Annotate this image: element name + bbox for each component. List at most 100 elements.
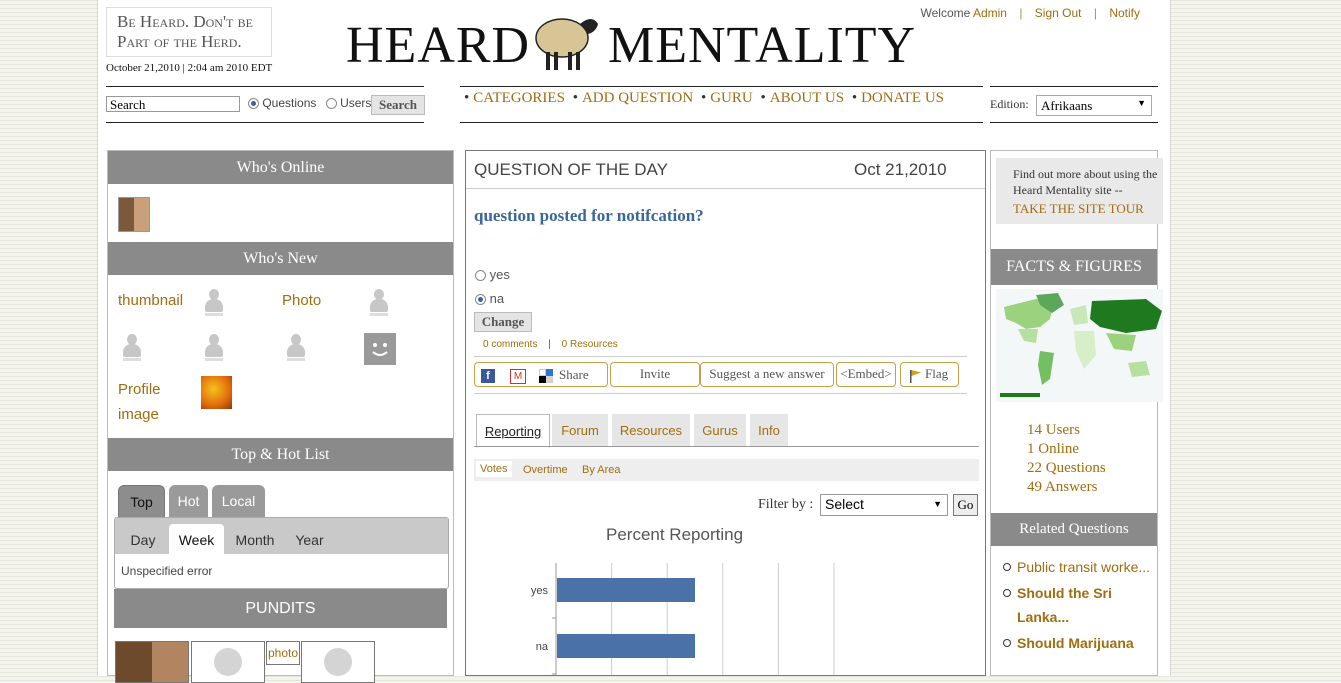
smiley-avatar-icon[interactable]: [364, 333, 396, 365]
edition-value: Afrikaans: [1041, 98, 1093, 113]
new-user-avatar[interactable]: [205, 289, 223, 317]
search-scope: Questions Users: [248, 96, 371, 110]
tab-gurus[interactable]: Gurus: [694, 414, 746, 446]
divider: [460, 86, 983, 87]
edition-label: Edition:: [990, 97, 1029, 111]
site-logo[interactable]: HEARD MENTALITY: [346, 6, 915, 76]
signout-link[interactable]: Sign Out: [1035, 6, 1082, 20]
related-question-item[interactable]: Public transit worke...: [1001, 555, 1153, 579]
answer-yes-label: yes: [489, 267, 510, 282]
nav-guru[interactable]: GURU: [710, 90, 753, 106]
flag-label: Flag: [925, 366, 949, 381]
questions-radio[interactable]: [248, 98, 259, 110]
welcome-text: Welcome: [920, 6, 971, 20]
tab-month[interactable]: Month: [230, 524, 280, 554]
chart-bar[interactable]: [557, 578, 695, 602]
nav-donate-us[interactable]: DONATE US: [861, 90, 944, 106]
user-nav: Welcome Admin | Sign Out | Notify: [921, 6, 1141, 20]
users-radio[interactable]: [325, 98, 337, 110]
whos-online-header: Who's Online: [108, 151, 453, 184]
tab-day[interactable]: Day: [121, 524, 165, 554]
pundit-avatar[interactable]: [115, 641, 189, 683]
edition-select[interactable]: Afrikaans ▼: [1036, 95, 1152, 116]
new-user-thumbnail[interactable]: thumbnail: [118, 292, 183, 309]
nav-about-us[interactable]: ABOUT US: [770, 90, 844, 106]
related-questions-list: Public transit worke... Should the Sri L…: [1001, 555, 1153, 657]
subtab-overtime[interactable]: Overtime: [523, 464, 568, 476]
pundit-avatar[interactable]: [191, 641, 265, 683]
related-question-item[interactable]: Should the Sri Lanka...: [1001, 581, 1153, 629]
stat-online[interactable]: 1 Online: [1027, 440, 1106, 459]
divider: [460, 122, 983, 123]
chevron-down-icon: ▼: [1137, 98, 1146, 108]
stat-users[interactable]: 14 Users: [1027, 421, 1106, 440]
divider: [990, 122, 1158, 123]
qotd-title: QUESTION OF THE DAY: [474, 160, 668, 179]
filter-label: Filter by :: [758, 497, 814, 512]
tab-reporting[interactable]: Reporting: [476, 414, 550, 448]
chart-bar[interactable]: [557, 634, 695, 658]
world-map[interactable]: [996, 289, 1163, 402]
pundit-avatar[interactable]: [301, 641, 375, 683]
online-user-avatar[interactable]: [118, 197, 150, 232]
answer-na-label: na: [489, 291, 505, 306]
nav-categories[interactable]: CATEGORIES: [473, 90, 565, 106]
tab-hot[interactable]: Hot: [169, 485, 208, 518]
new-user-avatar[interactable]: [123, 334, 141, 362]
divider: [106, 86, 424, 87]
site-tour-link[interactable]: TAKE THE SITE TOUR: [1013, 201, 1163, 217]
new-user-avatar[interactable]: [287, 334, 305, 362]
new-user-image-label[interactable]: image: [118, 406, 159, 423]
related-question-item[interactable]: Should Marijuana: [1001, 631, 1153, 655]
main-nav: • CATEGORIES • ADD QUESTION • GURU • ABOUT U…: [464, 90, 945, 106]
question-meta: 0 comments | 0 Resources: [483, 339, 618, 350]
subtab-votes[interactable]: Votes: [476, 461, 512, 477]
resources-link[interactable]: 0 Resources: [562, 339, 618, 350]
new-user-profile-label[interactable]: Profile: [118, 381, 161, 398]
subtab-by-area[interactable]: By Area: [582, 464, 621, 476]
comments-link[interactable]: 0 comments: [483, 339, 537, 350]
divider: [106, 122, 424, 123]
tab-resources[interactable]: Resources: [612, 414, 690, 446]
answer-na-radio[interactable]: [475, 294, 486, 306]
invite-button[interactable]: Invite: [610, 362, 700, 387]
right-sidebar: Find out more about using the Heard Ment…: [990, 150, 1163, 676]
logo-text-left: HEARD: [346, 17, 531, 74]
answer-yes-radio[interactable]: [475, 270, 486, 282]
stat-questions[interactable]: 22 Questions: [1027, 459, 1106, 478]
pundit-photo-label[interactable]: photo: [266, 641, 300, 665]
embed-button[interactable]: <Embed>: [836, 362, 896, 387]
search-button[interactable]: Search: [371, 95, 425, 115]
delicious-icon[interactable]: [539, 369, 553, 383]
tab-top[interactable]: Top: [118, 485, 165, 519]
tab-year[interactable]: Year: [287, 524, 332, 554]
new-user-avatar[interactable]: [205, 334, 223, 362]
share-button[interactable]: f M Share: [474, 362, 608, 387]
gmail-icon[interactable]: M: [510, 369, 526, 384]
question-title[interactable]: question posted for notifcation?: [474, 206, 704, 226]
new-user-avatar[interactable]: [370, 289, 388, 317]
search-input[interactable]: Search: [106, 96, 240, 112]
suggest-answer-button[interactable]: Suggest a new answer: [700, 362, 834, 387]
tab-forum[interactable]: Forum: [552, 414, 608, 446]
change-button[interactable]: Change: [474, 312, 532, 332]
tab-info[interactable]: Info: [750, 414, 788, 446]
sheep-icon: [535, 18, 598, 70]
tab-local[interactable]: Local: [212, 485, 265, 518]
facebook-icon[interactable]: f: [481, 369, 495, 383]
flag-button[interactable]: Flag: [900, 362, 959, 387]
flower-avatar[interactable]: [201, 376, 232, 409]
notify-link[interactable]: Notify: [1109, 6, 1140, 20]
go-button[interactable]: Go: [953, 494, 978, 516]
tab-week[interactable]: Week: [169, 524, 224, 554]
chevron-down-icon: ▼: [933, 499, 942, 509]
top-hot-panel: Day Week Month Year Unspecified error: [114, 517, 449, 589]
divider: [990, 86, 1158, 87]
users-radio-label: Users: [340, 96, 372, 110]
filter-select[interactable]: Select ▼: [820, 494, 948, 516]
stat-answers[interactable]: 49 Answers: [1027, 478, 1106, 497]
new-user-photo[interactable]: Photo: [282, 292, 321, 309]
nav-add-question[interactable]: ADD QUESTION: [582, 90, 693, 106]
error-message: Unspecified error: [121, 564, 213, 578]
username-link[interactable]: Admin: [973, 6, 1007, 20]
